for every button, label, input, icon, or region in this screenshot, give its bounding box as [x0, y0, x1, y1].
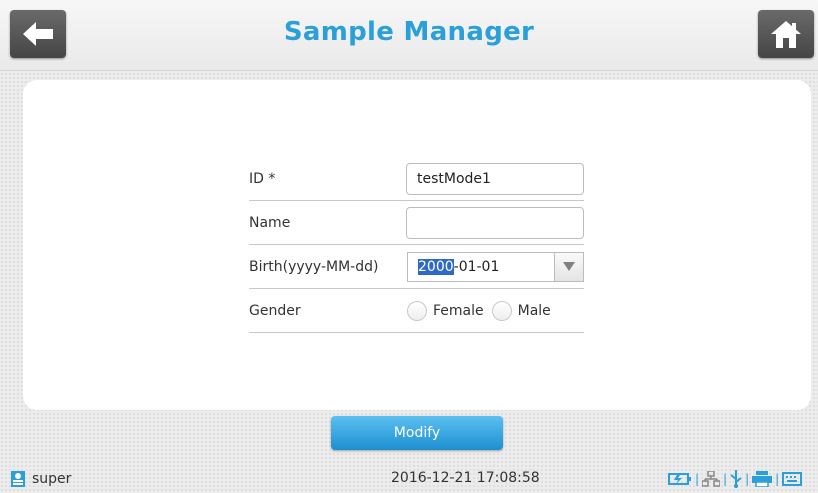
gender-female-label: Female	[433, 302, 484, 319]
gender-male-radio[interactable]: Male	[491, 300, 551, 321]
status-datetime: 2016-12-21 17:08:58	[391, 470, 540, 486]
usb-icon	[730, 470, 742, 488]
header-bar: Sample Manager	[0, 0, 818, 71]
name-label: Name	[249, 214, 291, 231]
gender-row: Gender Female Male	[249, 289, 584, 333]
chevron-down-icon	[563, 262, 575, 271]
status-icons: | | | |	[668, 470, 803, 488]
birth-month-day: -01-01	[453, 258, 500, 275]
name-row: Name	[249, 201, 584, 245]
gender-male-label: Male	[517, 302, 551, 319]
home-button[interactable]	[758, 10, 814, 58]
name-field[interactable]	[406, 206, 584, 239]
birth-dropdown-button[interactable]	[554, 252, 583, 281]
birth-date-value[interactable]: 2000-01-01	[408, 258, 554, 275]
battery-icon	[668, 473, 691, 485]
network-icon	[702, 471, 721, 487]
gender-label: Gender	[249, 302, 301, 319]
birth-row: Birth(yyyy-MM-dd) 2000-01-01	[249, 245, 584, 289]
radio-circle-icon	[407, 300, 427, 321]
radio-circle-icon	[491, 300, 512, 321]
user-icon	[11, 471, 25, 487]
status-separator: |	[775, 472, 780, 486]
modify-button[interactable]: Modify	[331, 416, 503, 450]
page-title: Sample Manager	[283, 17, 535, 47]
gender-female-radio[interactable]: Female	[407, 300, 484, 321]
status-separator: |	[723, 472, 728, 486]
home-icon	[771, 21, 801, 48]
keyboard-icon	[782, 472, 803, 486]
birth-year-selection: 2000	[418, 258, 454, 275]
username: super	[32, 471, 72, 487]
birth-date-picker[interactable]: 2000-01-01	[407, 251, 584, 282]
id-field[interactable]: testMode1	[406, 162, 584, 195]
birth-label: Birth(yyyy-MM-dd)	[249, 258, 379, 275]
user-indicator: super	[10, 470, 71, 488]
status-separator: |	[745, 472, 750, 486]
id-row: ID * testMode1	[249, 157, 584, 201]
printer-icon	[752, 471, 773, 487]
status-separator: |	[695, 472, 700, 486]
sample-form: ID * testMode1 Name Birth(yyyy-MM-dd) 20…	[249, 157, 584, 333]
id-label: ID *	[249, 170, 276, 187]
gender-radio-group: Female Male	[407, 300, 551, 321]
status-bar: super 2016-12-21 17:08:58 | | | |	[0, 467, 818, 493]
